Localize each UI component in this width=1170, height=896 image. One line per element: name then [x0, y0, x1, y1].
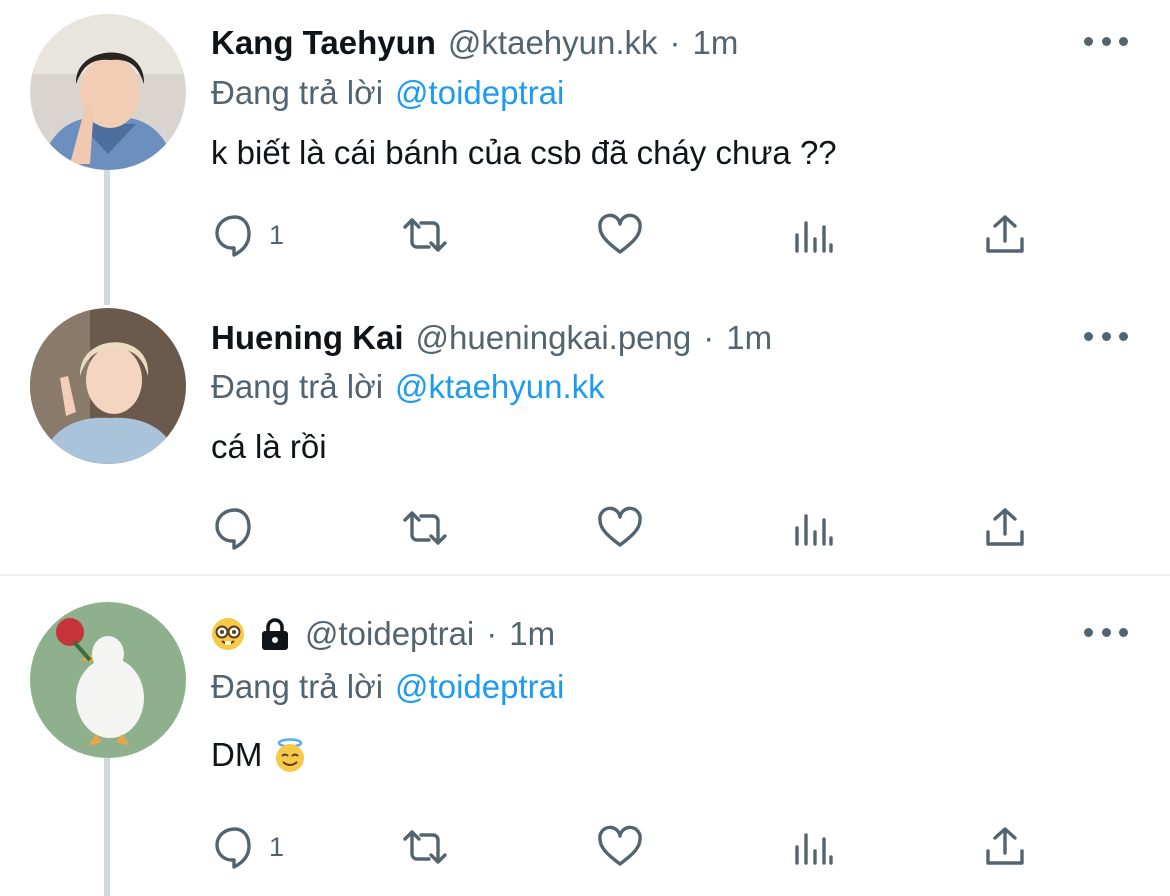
action-bar: 1: [211, 822, 1061, 872]
share-button[interactable]: [981, 503, 1029, 553]
more-options-icon[interactable]: [1084, 622, 1128, 642]
timestamp[interactable]: 1m: [726, 319, 772, 357]
retweet-icon: [401, 211, 449, 259]
lock-icon: [259, 617, 291, 651]
more-options-icon[interactable]: [1084, 31, 1128, 51]
like-button[interactable]: [596, 210, 644, 260]
views-button[interactable]: [789, 822, 837, 872]
like-icon: [596, 211, 644, 259]
tweet-header: Huening Kai @hueningkai.peng · 1m: [211, 314, 772, 362]
retweet-button[interactable]: [401, 503, 449, 553]
display-name[interactable]: Kang Taehyun: [211, 24, 436, 62]
timestamp[interactable]: 1m: [509, 615, 555, 653]
reply-button[interactable]: [211, 503, 259, 553]
timestamp[interactable]: 1m: [693, 24, 739, 62]
views-icon: [789, 211, 837, 259]
retweet-icon: [401, 823, 449, 871]
replying-to: Đang trả lời @toideptrai: [211, 668, 564, 706]
handle[interactable]: @ktaehyun.kk: [448, 24, 658, 62]
action-bar: 1: [211, 210, 1061, 260]
views-icon: [789, 823, 837, 871]
views-button[interactable]: [789, 210, 837, 260]
tweet-toideptrai[interactable]: @toideptrai · 1m Đang trả lời @toideptrai…: [0, 576, 1170, 896]
tweet-header: Kang Taehyun @ktaehyun.kk · 1m: [211, 19, 738, 67]
reply-count: 1: [269, 219, 285, 250]
replying-mention[interactable]: @toideptrai: [395, 668, 564, 705]
retweet-button[interactable]: [401, 210, 449, 260]
like-icon: [596, 504, 644, 552]
reply-button[interactable]: 1: [211, 822, 284, 872]
reply-icon: [211, 823, 259, 871]
replying-prefix: Đang trả lời: [211, 668, 384, 705]
separator: ·: [669, 24, 681, 61]
reply-button[interactable]: 1: [211, 210, 284, 260]
thread-line: [104, 170, 110, 305]
nerd-face-icon: [211, 617, 245, 651]
handle[interactable]: @toideptrai: [305, 615, 474, 653]
display-name[interactable]: Huening Kai: [211, 319, 404, 357]
share-button[interactable]: [981, 822, 1029, 872]
separator: ·: [703, 319, 715, 356]
separator: ·: [486, 615, 498, 652]
replying-to: Đang trả lời @ktaehyun.kk: [211, 368, 605, 406]
views-button[interactable]: [789, 503, 837, 553]
reply-icon: [211, 211, 259, 259]
smiling-face-with-halo-icon: [272, 737, 308, 773]
share-icon: [981, 823, 1029, 871]
reply-count: 1: [269, 831, 285, 862]
replying-prefix: Đang trả lời: [211, 74, 384, 111]
avatar[interactable]: [30, 602, 186, 758]
like-icon: [596, 823, 644, 871]
avatar[interactable]: [30, 308, 186, 464]
retweet-icon: [401, 504, 449, 552]
replying-mention[interactable]: @toideptrai: [395, 74, 564, 111]
replying-mention[interactable]: @ktaehyun.kk: [395, 368, 605, 405]
share-button[interactable]: [981, 210, 1029, 260]
tweet-ktaehyun[interactable]: Kang Taehyun @ktaehyun.kk · 1m Đang trả …: [0, 0, 1170, 305]
tweet-text: cá là rồi: [211, 428, 327, 465]
handle[interactable]: @hueningkai.peng: [416, 319, 692, 357]
action-bar: [211, 503, 1061, 553]
more-options-icon[interactable]: [1084, 326, 1128, 346]
tweet-header: @toideptrai · 1m: [211, 610, 555, 658]
tweet-text: k biết là cái bánh của csb đã cháy chưa …: [211, 134, 837, 171]
thread-line: [104, 758, 110, 896]
reply-thread: Kang Taehyun @ktaehyun.kk · 1m Đang trả …: [0, 0, 1170, 896]
like-button[interactable]: [596, 822, 644, 872]
replying-to: Đang trả lời @toideptrai: [211, 74, 564, 112]
retweet-button[interactable]: [401, 822, 449, 872]
replying-prefix: Đang trả lời: [211, 368, 384, 405]
views-icon: [789, 504, 837, 552]
tweet-hueningkai[interactable]: Huening Kai @hueningkai.peng · 1m Đang t…: [0, 300, 1170, 575]
tweet-text-content: DM: [211, 736, 263, 773]
share-icon: [981, 211, 1029, 259]
like-button[interactable]: [596, 503, 644, 553]
reply-icon: [211, 504, 259, 552]
tweet-text: DM: [211, 736, 308, 774]
avatar[interactable]: [30, 14, 186, 170]
share-icon: [981, 504, 1029, 552]
